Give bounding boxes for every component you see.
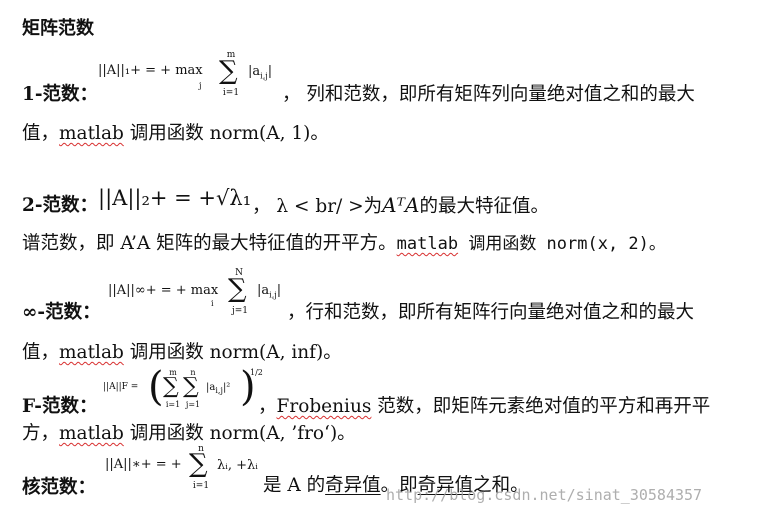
norm2-line2: 谱范数，即 A’A 矩阵的最大特征值的开平方。matlab 调用函数 norm(… [22, 233, 666, 254]
normF-formula-left: ||A||F = [103, 382, 139, 392]
nuclear-label: 核范数： [22, 477, 97, 498]
norm1-term: |ai,j| [248, 64, 273, 81]
norminf-sum-bottom: j=1 [231, 306, 249, 316]
norminf-line2: 值，matlab 调用函数 norm(A, inf)。 [22, 342, 342, 363]
matlab-word: matlab [59, 342, 124, 363]
norm1-sigma: ∑ [219, 56, 238, 86]
nuclear-formula-left: ||A||∗+ = + [105, 457, 182, 472]
norm2-description: ， λ < br/ >为AᵀA的最大特征值。 [252, 193, 549, 217]
norm1-formula-left: ||A||₁+ = + max [98, 63, 203, 78]
norminf-formula-left: ||A||∞+ = + max [108, 283, 219, 298]
norminf-description: ，行和范数，即所有矩阵行向量绝对值之和的最大 [287, 302, 695, 323]
matlab-word: matlab [59, 123, 124, 144]
norm2-label: 2-范数： [22, 195, 99, 216]
watermark: http://blog.csdn.net/sinat_30584357 [386, 486, 703, 504]
frobenius-word: Frobenius [276, 396, 372, 417]
norminf-max-sub: i [211, 299, 214, 308]
normF-line2: 方，matlab 调用函数 norm(A, ’fro‘)。 [22, 423, 356, 444]
singular-value-link[interactable]: 奇异值 [325, 475, 381, 496]
normF-sigma2: ∑ [183, 374, 199, 399]
nuclear-sigma: ∑ [189, 449, 208, 479]
norm1-sum-bottom: i=1 [222, 88, 240, 98]
matlab-word: matlab [59, 423, 124, 444]
normF-sigma1: ∑ [163, 374, 179, 399]
norm1-description: ， 列和范数，即所有矩阵列向量绝对值之和的最大 [282, 84, 695, 105]
nuclear-term: λᵢ, +λᵢ [217, 458, 258, 473]
page-title: 矩阵范数 [22, 18, 94, 39]
normF-term: |ai,j|² [206, 382, 231, 395]
normF-sum1-bottom: i=1 [165, 400, 181, 409]
normF-sum2-bottom: j=1 [185, 400, 201, 409]
norminf-label: ∞-范数： [22, 302, 101, 323]
nuclear-sum-bottom: i=1 [192, 481, 210, 491]
norminf-term: |ai,j| [257, 283, 282, 300]
matlab-word: matlab [396, 234, 459, 254]
normF-exponent: 1/2 [250, 368, 263, 377]
norm1-label: 1-范数： [22, 84, 99, 105]
norminf-sigma: ∑ [228, 274, 247, 304]
normF-left-paren: ( [148, 364, 164, 410]
norm2-formula: ||A||₂+ = +√λ₁ [98, 186, 252, 210]
normF-label: F-范数： [22, 396, 98, 417]
norm1-line2: 值，matlab 调用函数 norm(A, 1)。 [22, 123, 329, 144]
norm1-max-sub: j [199, 81, 202, 90]
normF-description: ，Frobenius 范数，即矩阵元素绝对值的平方和再开平 [258, 396, 711, 417]
